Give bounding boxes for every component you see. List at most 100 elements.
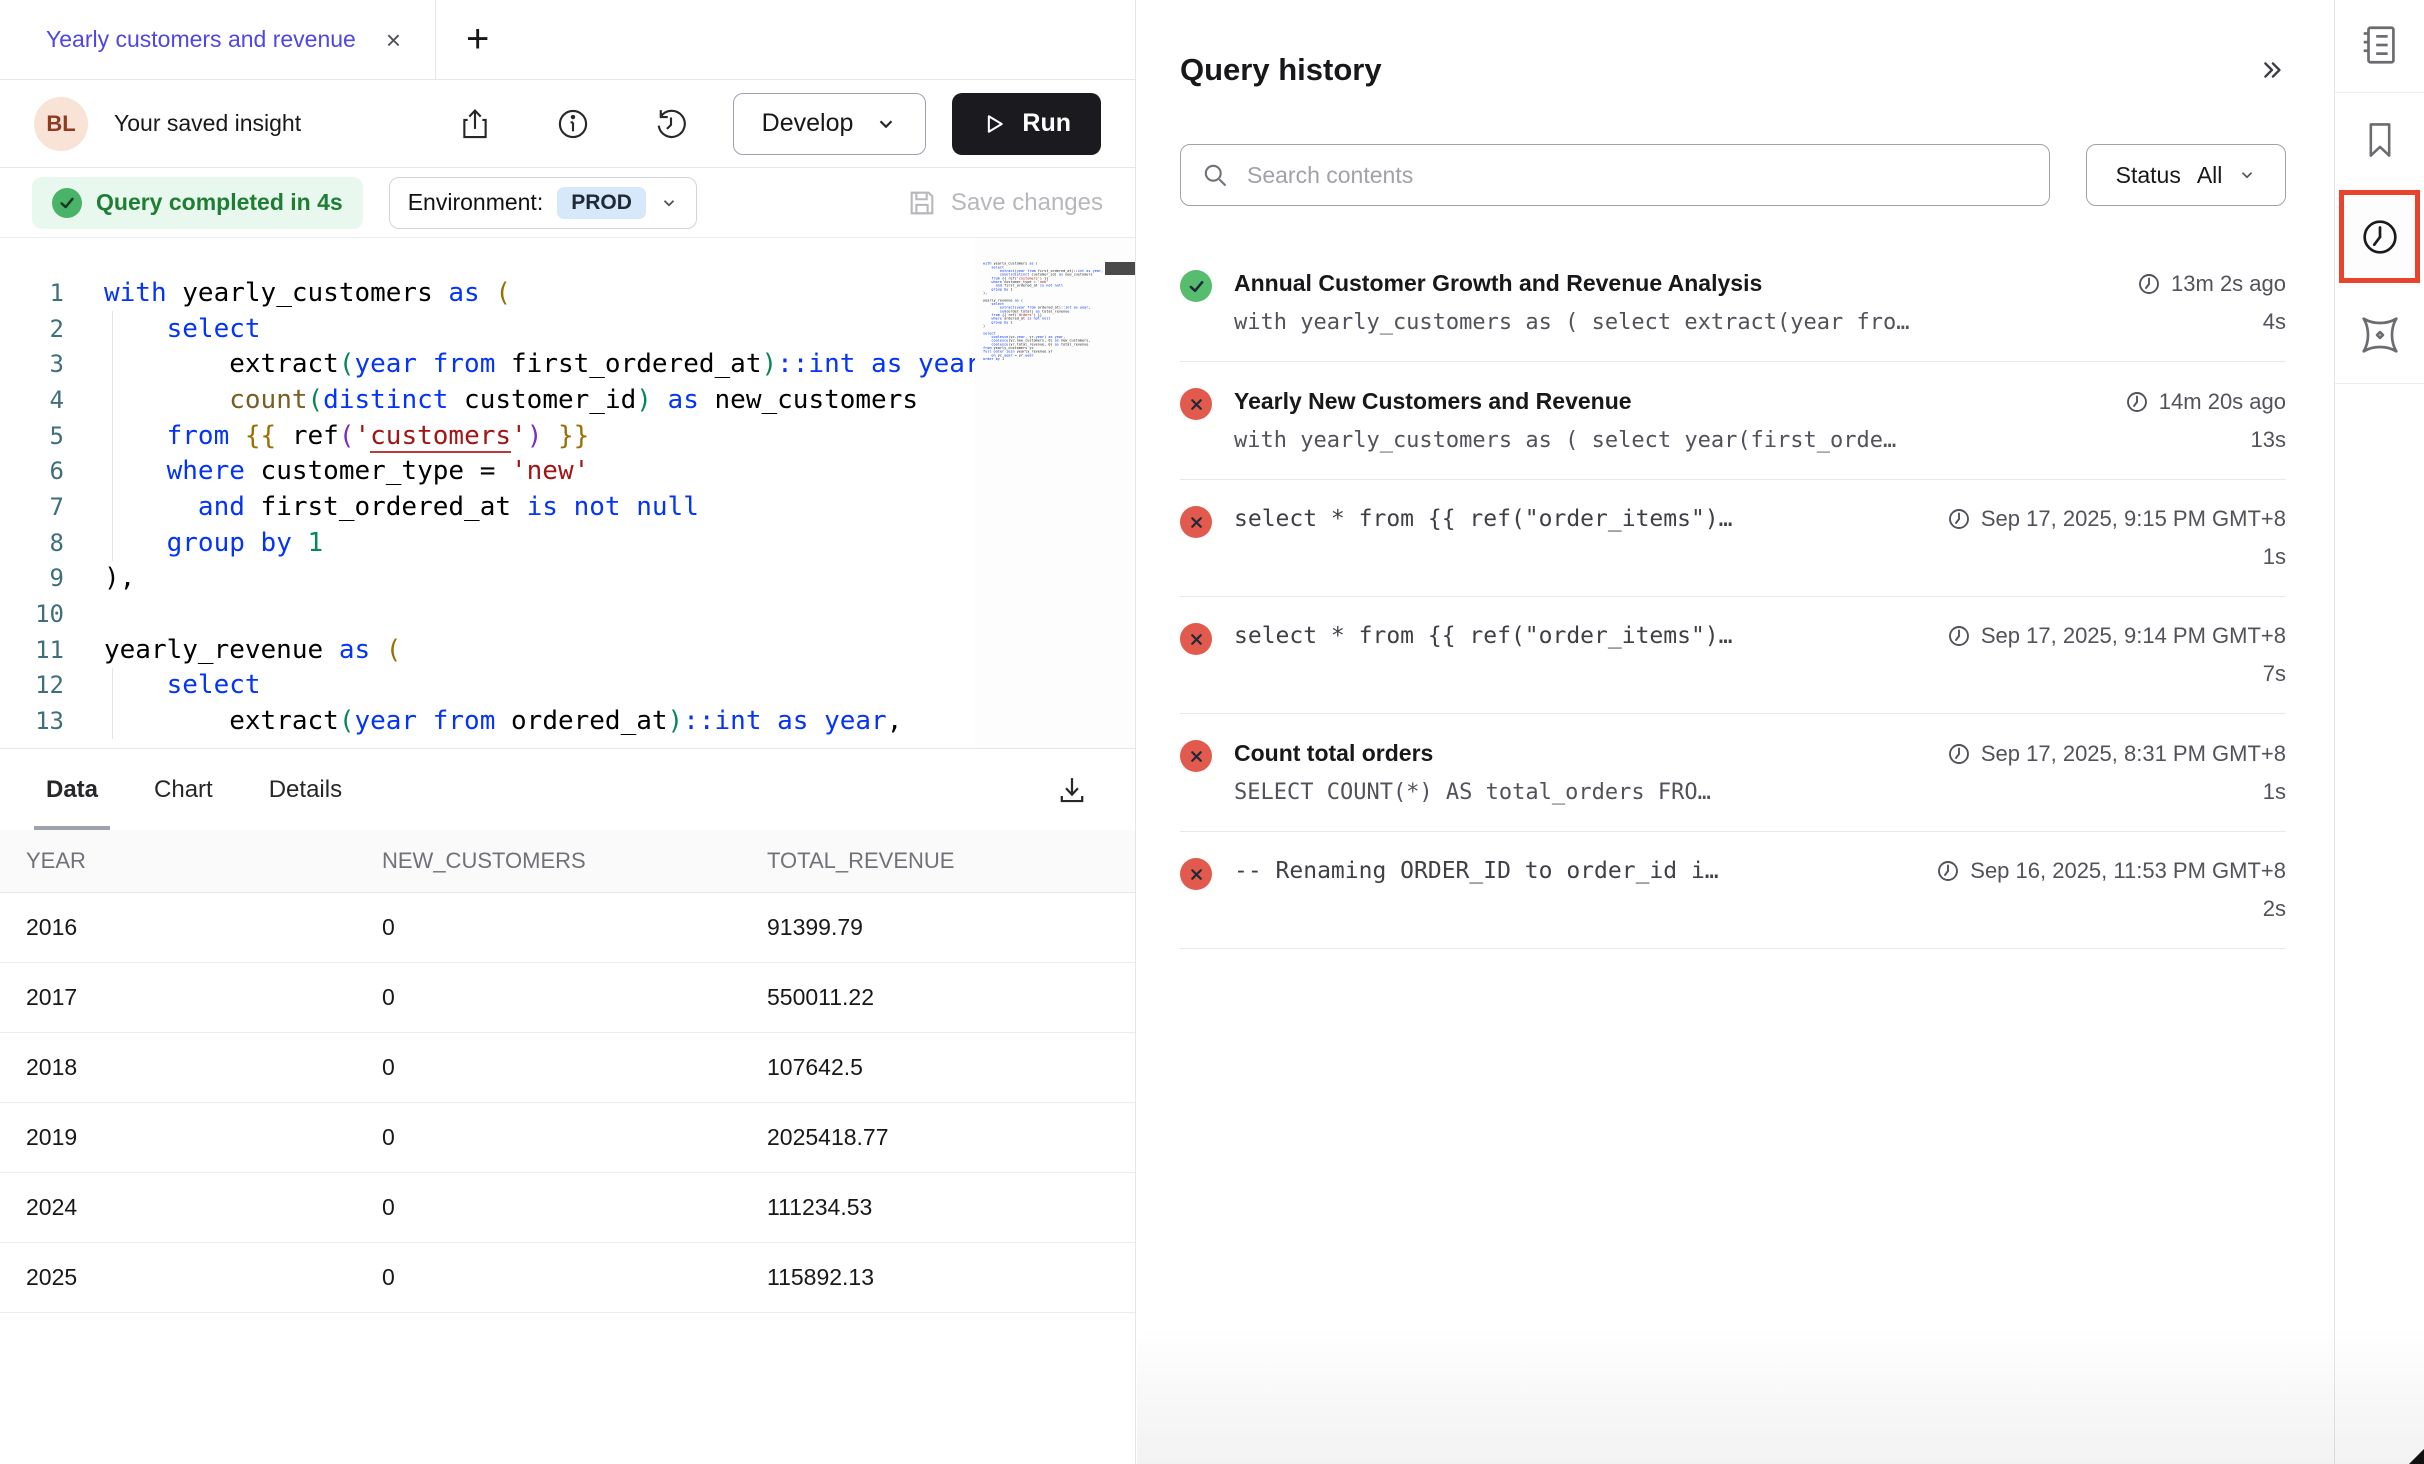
avatar: BL [34,97,88,151]
insight-toolbar: BL Your saved insight [0,80,1135,168]
column-header: TOTAL_REVENUE [767,830,1135,892]
collapse-panel-icon[interactable] [2256,55,2286,85]
status-icon [1180,388,1212,420]
query-title: select * from {{ ref("order_items")… [1234,506,1733,532]
table-cell: 2025 [0,1242,382,1312]
query-duration: 4s [2239,309,2286,335]
status-icon [1180,858,1212,890]
tab-yearly-customers-and-revenue[interactable]: Yearly customers and revenue × [0,0,436,79]
query-history-item[interactable]: select * from {{ ref("order_items")… Sep… [1180,480,2286,597]
tab-data[interactable]: Data [46,749,98,830]
code-lines: 1with yearly_customers as (2 select3 ext… [0,238,1135,739]
info-icon[interactable] [555,106,591,142]
status-filter-dropdown[interactable]: Status All [2086,144,2286,206]
query-history-header: Query history [1180,52,2286,88]
tab-details[interactable]: Details [269,749,342,830]
run-button[interactable]: Run [952,93,1101,155]
table-cell: 0 [382,962,767,1032]
tab-chart[interactable]: Chart [154,749,213,830]
status-icon [1180,506,1212,538]
line-number: 5 [0,422,88,450]
query-timestamp: Sep 17, 2025, 9:15 PM GMT+8 [1923,506,2286,532]
table-cell: 107642.5 [767,1032,1135,1102]
code-line: 2 select [0,311,1135,347]
tab-title: Yearly customers and revenue [46,26,356,53]
version-history-icon[interactable] [653,106,689,142]
query-snippet: SELECT COUNT(*) AS total_orders FRO… [1234,780,2239,805]
table-cell: 91399.79 [767,892,1135,962]
query-history-panel: Query history Status All [1136,0,2334,1464]
share-icon[interactable] [457,106,493,142]
search-input[interactable] [1245,161,2029,190]
status-filter-value: All [2197,162,2223,189]
search-box[interactable] [1180,144,2050,206]
table-cell: 0 [382,1172,767,1242]
code-line: 7 and first_ordered_at is not null [0,489,1135,525]
code-line: 12 select [0,668,1135,704]
indent-guide [112,668,113,739]
history-clock-icon [2357,214,2403,260]
query-history-item[interactable]: select * from {{ ref("order_items")… Sep… [1180,597,2286,714]
download-results-button[interactable] [1055,773,1089,807]
table-row: 2016091399.79 [0,892,1135,962]
table-cell: 0 [382,1242,767,1312]
results-header-row: YEARNEW_CUSTOMERSTOTAL_REVENUE [0,830,1135,892]
query-time-text: Sep 17, 2025, 9:14 PM GMT+8 [1981,623,2286,649]
success-check-icon [52,188,82,218]
query-item-content: Annual Customer Growth and Revenue Analy… [1234,270,2286,335]
clock-icon [2137,272,2161,296]
table-cell: 2024 [0,1172,382,1242]
query-history-item[interactable]: Yearly New Customers and Revenue 14m 20s… [1180,362,2286,480]
resize-handle[interactable] [2409,1449,2424,1464]
query-item-content: select * from {{ ref("order_items")… Sep… [1234,506,2286,570]
query-title: -- Renaming ORDER_ID to order_id i… [1234,858,1719,884]
clock-icon [2125,390,2149,414]
column-header: NEW_CUSTOMERS [382,830,767,892]
environment-value: PROD [557,187,646,219]
history-filters: Status All [1180,144,2286,206]
bookmarks-icon[interactable] [2358,118,2402,167]
query-duration: 7s [2239,661,2286,687]
catalog-icon[interactable] [2357,22,2403,73]
minimap-content: with yearly_customers as ( select extrac… [983,262,1135,361]
new-tab-button[interactable]: + [436,0,489,79]
table-row: 201902025418.77 [0,1102,1135,1172]
query-item-content: -- Renaming ORDER_ID to order_id i… Sep … [1234,858,2286,922]
query-timestamp: Sep 17, 2025, 8:31 PM GMT+8 [1923,741,2286,767]
query-timestamp: 13m 2s ago [2113,271,2286,297]
editor-minimap[interactable]: with yearly_customers as ( select extrac… [975,238,1135,748]
editor-panel: Yearly customers and revenue × + BL Your… [0,0,1136,1464]
tab-details-label: Details [269,776,342,804]
table-row: 20250115892.13 [0,1242,1135,1312]
query-status-bar: Query completed in 4s Environment: PROD … [0,168,1135,238]
table-cell: 0 [382,1102,767,1172]
query-item-content: select * from {{ ref("order_items")… Sep… [1234,623,2286,687]
query-history-item[interactable]: Count total orders Sep 17, 2025, 8:31 PM… [1180,714,2286,832]
line-number: 10 [0,600,88,628]
table-row: 20240111234.53 [0,1172,1135,1242]
query-item-content: Count total orders Sep 17, 2025, 8:31 PM… [1234,740,2286,805]
query-status-pill: Query completed in 4s [32,177,363,229]
chevron-down-icon [875,113,897,135]
close-tab-icon[interactable]: × [386,27,401,53]
save-changes-label: Save changes [951,189,1103,217]
code-line: 5 from {{ ref('customers') }} [0,418,1135,454]
table-cell: 115892.13 [767,1242,1135,1312]
scrollbar-thumb[interactable] [1105,262,1135,275]
query-history-icon-active[interactable] [2339,190,2420,283]
sql-code-editor[interactable]: 1with yearly_customers as (2 select3 ext… [0,238,1135,748]
explore-compass-icon[interactable] [2357,312,2403,363]
query-time-text: 14m 20s ago [2159,389,2286,415]
download-icon [1055,773,1089,807]
column-header: YEAR [0,830,382,892]
code-line: 4 count(distinct customer_id) as new_cus… [0,382,1135,418]
environment-select[interactable]: Environment: PROD [389,177,697,229]
status-icon [1180,270,1212,302]
save-changes-button[interactable]: Save changes [907,188,1103,218]
query-history-item[interactable]: Annual Customer Growth and Revenue Analy… [1180,244,2286,362]
develop-button[interactable]: Develop [733,93,927,155]
environment-label: Environment: [408,189,544,216]
table-cell: 2025418.77 [767,1102,1135,1172]
query-history-item[interactable]: -- Renaming ORDER_ID to order_id i… Sep … [1180,832,2286,949]
panel-title: Query history [1180,52,1382,88]
